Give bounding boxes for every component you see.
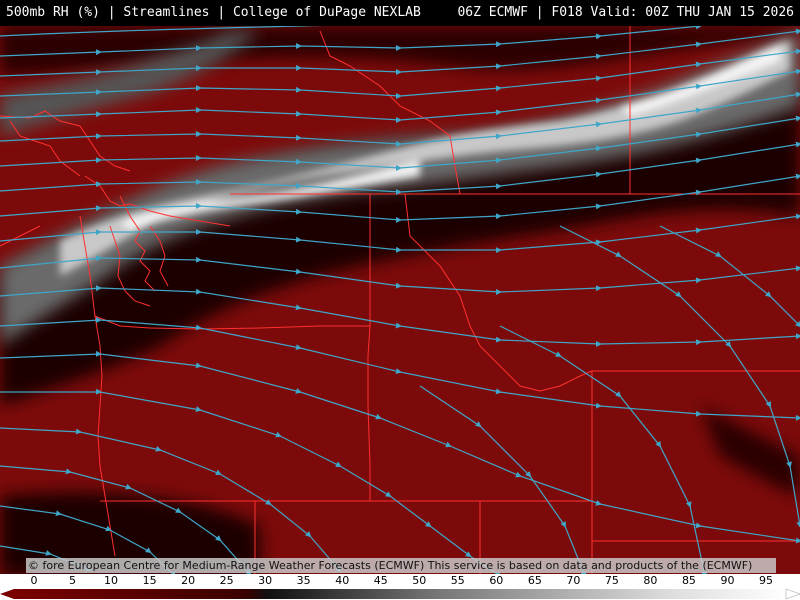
legend-tick-label: 50	[412, 574, 427, 587]
legend-tick-label: 75	[604, 574, 619, 587]
legend-tick-label: 90	[720, 574, 735, 587]
legend-tick-label: 60	[489, 574, 504, 587]
legend-tick-label: 0	[30, 574, 38, 587]
model-valid-time: 06Z ECMWF | F018 Valid: 00Z THU JAN 15 2…	[457, 5, 794, 20]
data-credit: © fore European Centre for Medium-Range …	[26, 558, 776, 573]
legend-tick-label: 30	[258, 574, 273, 587]
weather-map	[0, 26, 800, 576]
product-title: 500mb RH (%) | Streamlines | College of …	[6, 5, 421, 20]
colorbar-right-arrow	[785, 588, 800, 600]
rh-color-legend: 0 5 10 15 20 25 30 35 40 45 50 55 60 65 70 75 80 85 90 95	[0, 574, 800, 600]
colorbar-gradient	[14, 589, 786, 599]
legend-tick-label: 25	[219, 574, 234, 587]
legend-ticks: 0 5 10 15 20 25 30 35 40 45 50 55 60 65 70 75 80 85 90 95	[0, 574, 800, 588]
map-header: 500mb RH (%) | Streamlines | College of …	[0, 0, 800, 26]
legend-tick-label: 85	[681, 574, 696, 587]
legend-tick-label: 45	[373, 574, 388, 587]
legend-tick-label: 40	[335, 574, 350, 587]
legend-tick-label: 10	[104, 574, 119, 587]
legend-tick-label: 80	[643, 574, 658, 587]
legend-tick-label: 95	[759, 574, 773, 587]
legend-tick-label: 55	[450, 574, 465, 587]
legend-tick-label: 20	[181, 574, 196, 587]
legend-tick-label: 15	[142, 574, 157, 587]
legend-tick-label: 35	[296, 574, 311, 587]
legend-tick-label: 70	[566, 574, 581, 587]
legend-colorbar	[0, 588, 800, 600]
legend-tick-label: 65	[527, 574, 542, 587]
colorbar-left-arrow	[0, 589, 14, 599]
legend-tick-label: 5	[69, 574, 77, 587]
